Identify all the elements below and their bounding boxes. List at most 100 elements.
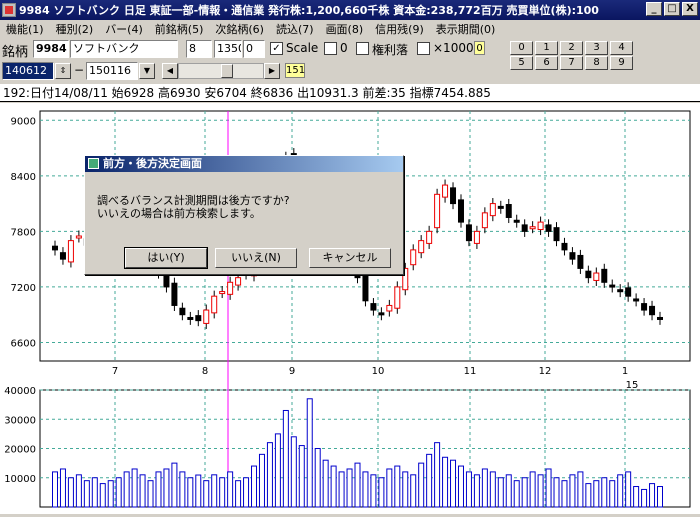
param-input-1[interactable]: 8: [186, 40, 212, 58]
numpad-button[interactable]: 4: [610, 41, 633, 55]
volume-bar: [513, 480, 520, 508]
volume-bar: [609, 480, 616, 508]
volume-bar: [322, 459, 329, 508]
volume-bar: [657, 486, 663, 508]
volume-bar: [330, 465, 337, 508]
candle-body: [418, 240, 425, 254]
menu-item[interactable]: 読込(7): [270, 21, 320, 37]
scale-label: Scale: [286, 41, 319, 55]
menu-item[interactable]: 表示期間(0): [430, 21, 502, 37]
volume-bar: [290, 436, 297, 508]
volume-bar: [585, 483, 592, 508]
candle-body: [641, 303, 648, 311]
scale-checkbox[interactable]: ✓: [270, 42, 283, 55]
scroll-left-button[interactable]: ◀: [162, 63, 178, 79]
dialog-message-line: 調べるバランス計測期間は後方ですか?: [97, 194, 290, 207]
volume-bar: [402, 471, 409, 508]
candle-body: [521, 224, 528, 232]
menu-item[interactable]: 種別(2): [50, 21, 100, 37]
volume-bar: [59, 468, 66, 508]
volume-bar: [306, 398, 313, 508]
volume-bar: [274, 433, 281, 508]
month-label: 8: [202, 366, 208, 377]
param-input-2[interactable]: 1350: [214, 40, 242, 58]
period-scrollbar[interactable]: [178, 63, 264, 79]
to-date-dropdown[interactable]: ▼: [139, 63, 155, 79]
name-input[interactable]: ソフトバンク: [70, 40, 178, 58]
app-icon: [2, 3, 16, 17]
volume-bar: [107, 480, 114, 508]
candle-body: [75, 235, 82, 239]
candle-body: [52, 245, 58, 251]
yes-button[interactable]: はい(Y): [124, 247, 208, 269]
date-spinner[interactable]: ⇕: [55, 63, 71, 79]
candle-body: [649, 305, 656, 316]
candle-body: [577, 254, 584, 269]
volume-bar: [473, 474, 480, 508]
candle-body: [529, 226, 536, 230]
volume-bar: [553, 477, 560, 508]
volume-bar: [418, 462, 425, 508]
option-label: 0: [340, 41, 348, 55]
volume-bar: [67, 477, 74, 508]
param-input-3[interactable]: 0: [243, 40, 265, 58]
menu-item[interactable]: 前銘柄(5): [149, 21, 210, 37]
candle-body: [633, 298, 640, 302]
candle-body: [593, 272, 600, 281]
volume-bar: [139, 474, 146, 508]
candle-body: [426, 230, 433, 244]
candle-body: [362, 273, 369, 302]
volume-bar: [131, 468, 138, 508]
menu-item[interactable]: 画面(8): [320, 21, 370, 37]
minimize-button[interactable]: _: [646, 2, 662, 16]
candle-body: [473, 230, 480, 244]
price-tick-label: 8400: [11, 172, 36, 183]
numpad-button[interactable]: 3: [585, 41, 608, 55]
date-dash: −: [74, 63, 85, 77]
volume-bar: [434, 442, 441, 508]
volume-bar: [251, 465, 258, 508]
candle-body: [442, 184, 449, 198]
menu-bar: 機能(1) 種別(2) バー(4) 前銘柄(5) 次銘柄(6) 読込(7) 画面…: [0, 20, 700, 38]
from-date-input[interactable]: 140612: [2, 62, 54, 80]
kenri-checkbox[interactable]: [356, 42, 369, 55]
volume-bar: [123, 471, 130, 508]
volume-bar: [243, 477, 250, 508]
menu-item[interactable]: 機能(1): [0, 21, 50, 37]
volume-bar: [561, 480, 568, 508]
option-checkbox[interactable]: [324, 42, 337, 55]
numpad-button[interactable]: 2: [560, 41, 583, 55]
candle-body: [434, 193, 441, 229]
candle-body: [625, 287, 632, 297]
numpad-button[interactable]: 1: [535, 41, 558, 55]
volume-bar: [91, 477, 98, 508]
candle-body: [195, 315, 202, 322]
menu-item[interactable]: 次銘柄(6): [209, 21, 270, 37]
nav-row: 140612 ⇕ − 150116 ▼ ◀ ▶ 151: [0, 61, 700, 81]
volume-bar: [497, 477, 504, 508]
month-label: 11: [464, 366, 477, 377]
code-input[interactable]: 9984: [33, 40, 69, 58]
volume-bar: [115, 477, 122, 508]
code-label: 銘柄: [2, 45, 29, 60]
mult-checkbox[interactable]: [417, 42, 430, 55]
menu-item[interactable]: バー(4): [99, 21, 149, 37]
menu-item[interactable]: 信用残(9): [369, 21, 430, 37]
volume-bar: [481, 468, 488, 508]
candle-body: [657, 316, 663, 320]
close-button[interactable]: X: [682, 2, 698, 16]
month-label: 1: [622, 366, 628, 377]
candle-body: [489, 203, 496, 217]
maximize-button[interactable]: □: [664, 2, 680, 16]
scrollbar-thumb[interactable]: [221, 64, 233, 78]
candle-body: [569, 252, 576, 260]
to-date-input[interactable]: 150116: [86, 62, 138, 80]
cancel-button[interactable]: キャンセル: [309, 248, 391, 268]
candle-body: [585, 270, 592, 279]
volume-bar: [203, 480, 210, 508]
volume-bar: [601, 477, 608, 508]
numpad-button[interactable]: 0: [510, 41, 533, 55]
no-button[interactable]: いいえ(N): [215, 248, 297, 268]
scroll-right-button[interactable]: ▶: [264, 63, 280, 79]
price-info-line: 192:日付14/08/11 始6928 高6930 安6704 終6836 出…: [0, 84, 700, 102]
